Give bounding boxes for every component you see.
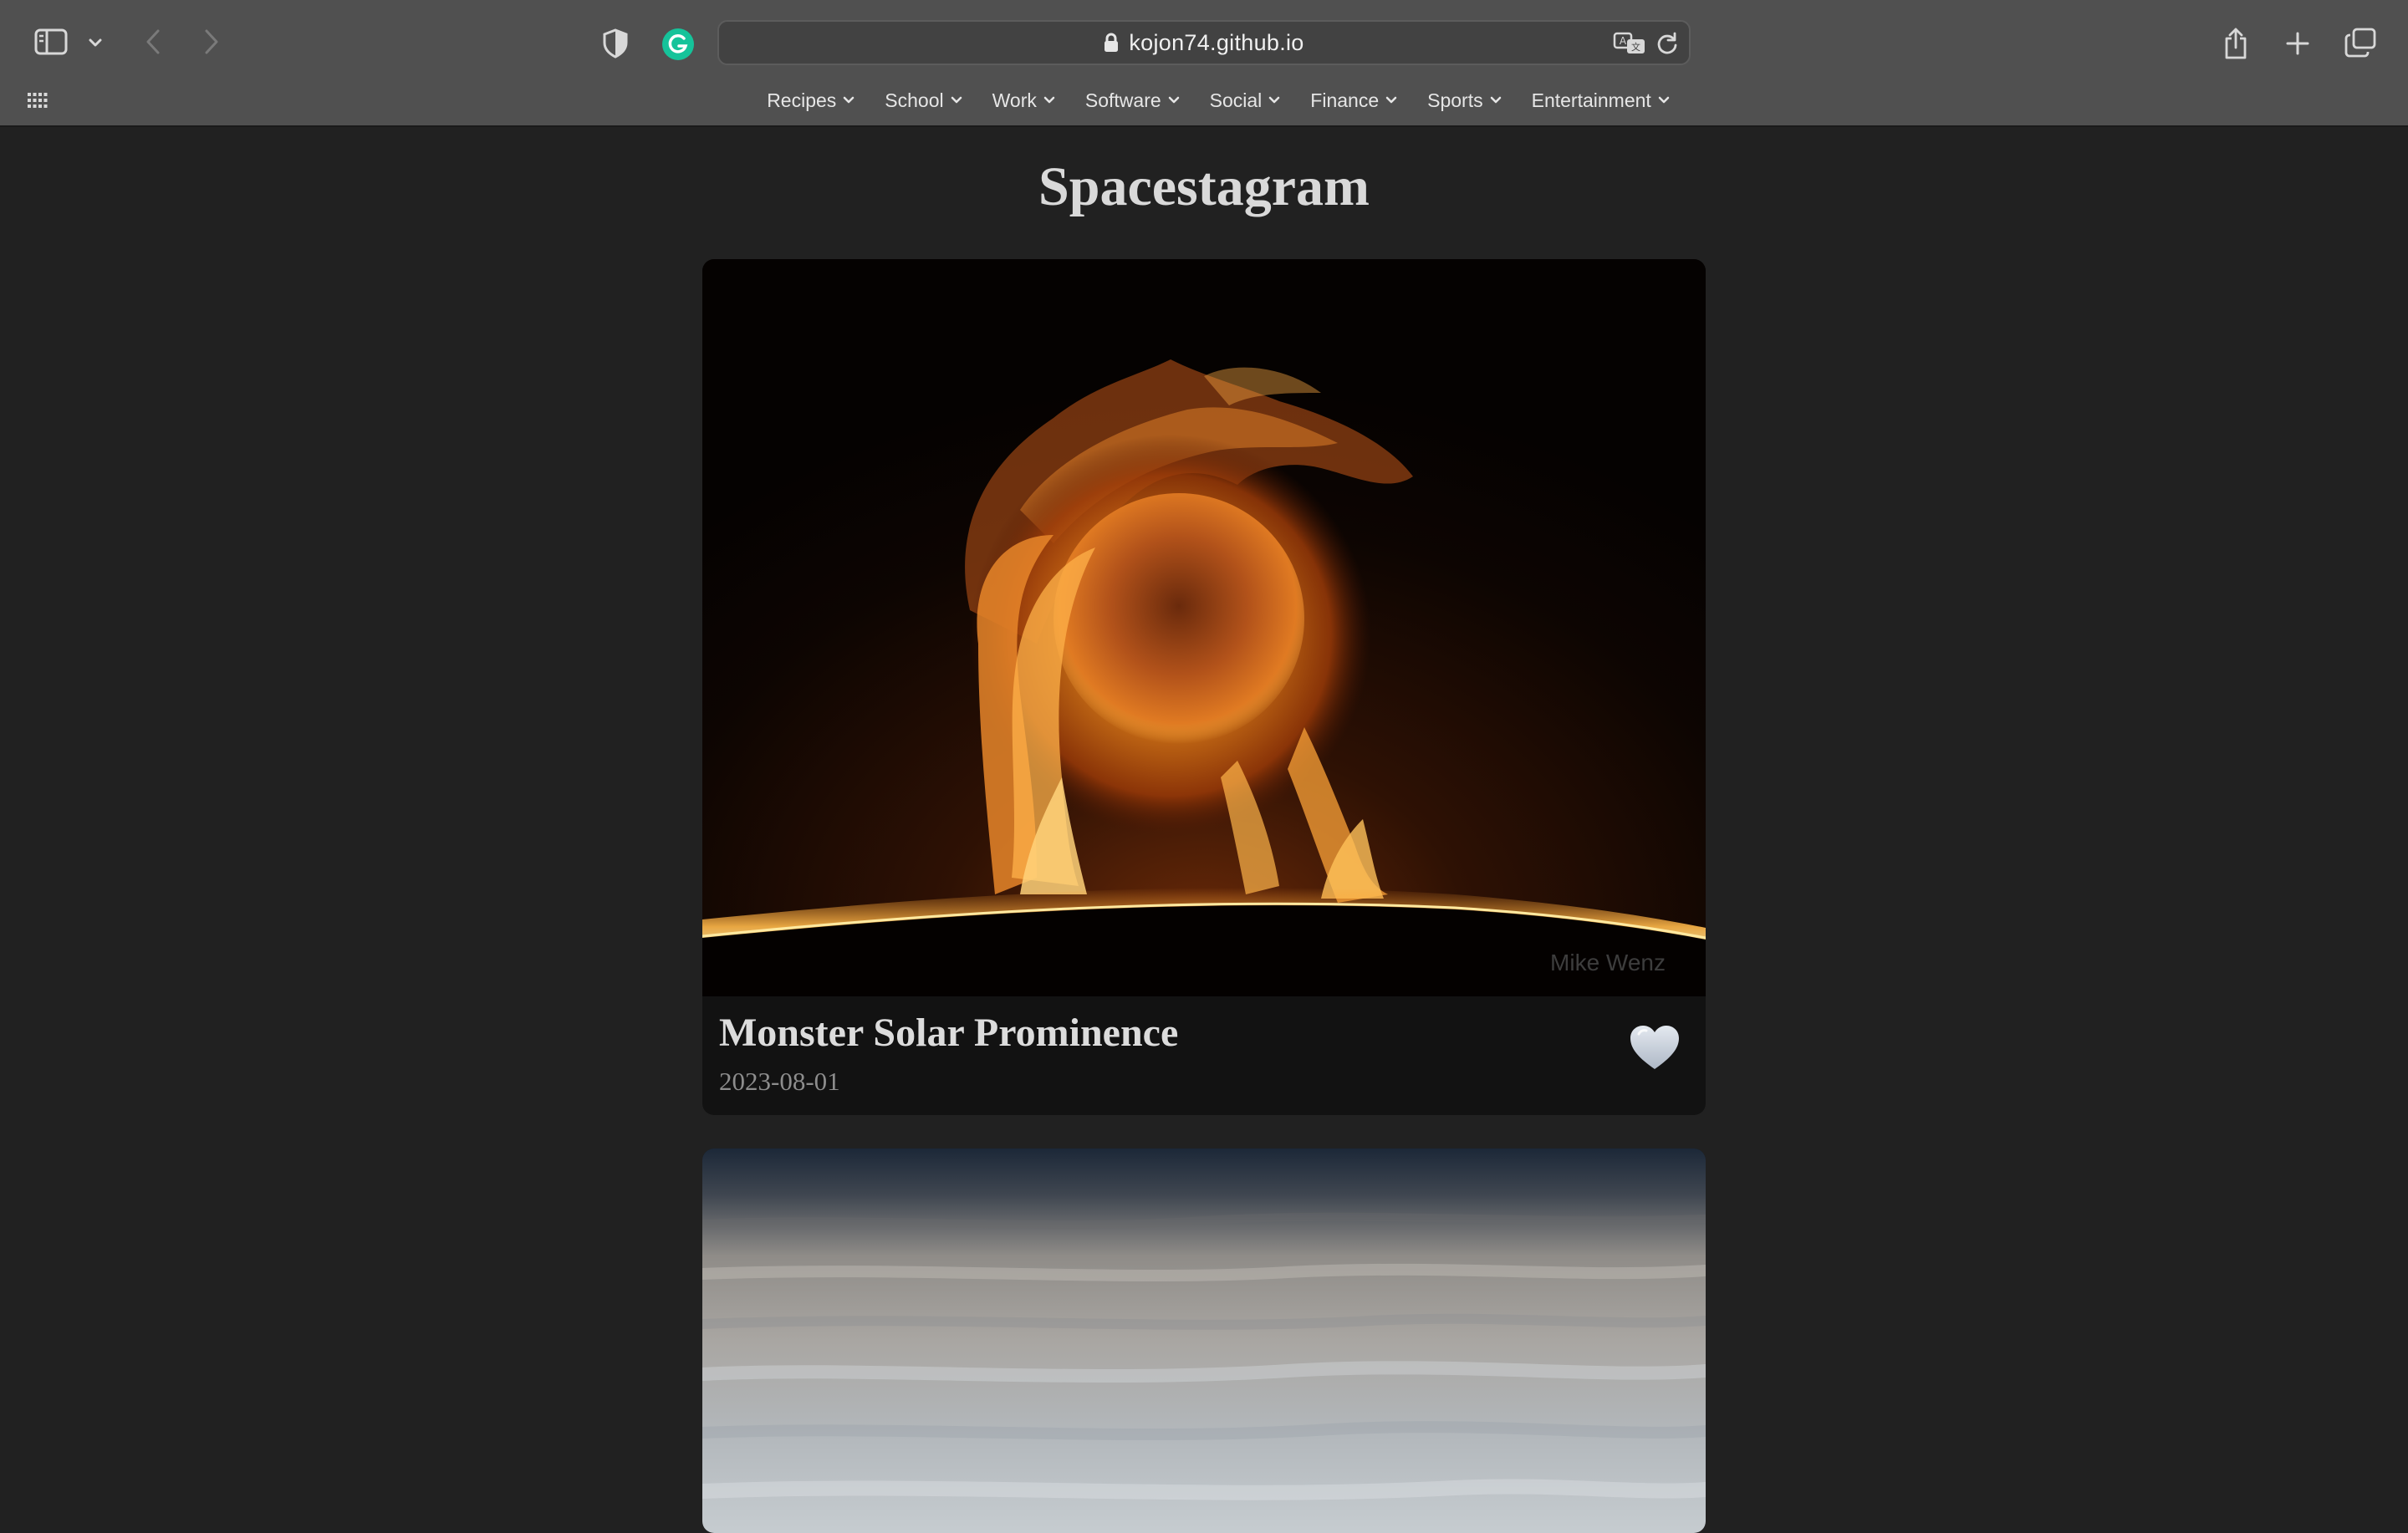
favorites-folder-label: Sports: [1427, 89, 1483, 111]
favorites-folder-entertainment[interactable]: Entertainment: [1517, 84, 1685, 117]
post-image: Mike Wenz: [702, 259, 1706, 996]
shield-icon: [603, 28, 628, 59]
favorites-folder-label: Entertainment: [1531, 89, 1651, 111]
favorites-folder-school[interactable]: School: [870, 84, 977, 117]
grammarly-extension-button[interactable]: [661, 27, 696, 62]
share-icon: [2225, 28, 2247, 59]
post-card: Mike Wenz Monster Solar Prominence 2023-…: [702, 259, 1706, 1115]
favorites-folder-label: Software: [1084, 89, 1161, 111]
favorites-folder-label: Finance: [1310, 89, 1380, 111]
tab-overview-icon: [2344, 28, 2376, 58]
chevron-left-icon: [146, 29, 160, 54]
chevron-down-icon: [1385, 96, 1397, 104]
page-title: Spacestagram: [1038, 156, 1370, 217]
like-button[interactable]: [1627, 1021, 1682, 1073]
forward-button[interactable]: [197, 25, 226, 59]
chevron-down-icon: [1268, 96, 1280, 104]
sidebar-toggle-button[interactable]: [32, 25, 70, 59]
favorites-folder-label: Social: [1209, 89, 1263, 111]
reload-icon: [1657, 32, 1677, 54]
new-tab-button[interactable]: [2281, 27, 2314, 60]
chevron-down-icon: [1168, 96, 1180, 104]
plus-icon: [2286, 32, 2309, 55]
translate-button[interactable]: A 文: [1612, 30, 1647, 57]
favorites-folder-software[interactable]: Software: [1070, 84, 1195, 117]
favorites-folder-label: School: [885, 89, 944, 111]
solar-prominence-image: [702, 259, 1706, 996]
chevron-down-icon: [1658, 96, 1670, 104]
favorites-folder-finance[interactable]: Finance: [1295, 84, 1412, 117]
tab-group-dropdown-button[interactable]: [84, 32, 107, 53]
cloudy-horizon-image: [702, 1148, 1706, 1533]
chevron-down-icon: [1490, 96, 1502, 104]
browser-toolbar: kojon74.github.io A 文 Recipes School Wor…: [0, 0, 2408, 127]
url-text: kojon74.github.io: [1129, 29, 1304, 55]
favorites-folder-recipes[interactable]: Recipes: [752, 84, 870, 117]
privacy-shield-button[interactable]: [599, 25, 632, 62]
address-bar[interactable]: kojon74.github.io A 文: [717, 20, 1691, 65]
sidebar-icon: [34, 28, 68, 55]
svg-text:A: A: [1620, 35, 1627, 47]
post-image: [702, 1148, 1706, 1533]
chevron-down-icon: [951, 96, 962, 104]
post-title: Monster Solar Prominence: [719, 1011, 1179, 1055]
tab-overview-button[interactable]: [2343, 25, 2378, 60]
favorites-folder-label: Recipes: [767, 89, 837, 111]
favorites-bar: Recipes School Work Software Social Fina…: [0, 84, 2408, 117]
post-date: 2023-08-01: [719, 1067, 840, 1096]
heart-icon: [1630, 1026, 1679, 1069]
favorites-folder-sports[interactable]: Sports: [1412, 84, 1516, 117]
favorites-folder-social[interactable]: Social: [1195, 84, 1296, 117]
back-button[interactable]: [139, 25, 167, 59]
chevron-down-icon: [1043, 96, 1055, 104]
image-credit-watermark: Mike Wenz: [1550, 950, 1666, 975]
share-button[interactable]: [2219, 25, 2252, 62]
svg-text:文: 文: [1631, 41, 1640, 53]
favorites-folder-work[interactable]: Work: [977, 84, 1070, 117]
translate-icon: A 文: [1613, 32, 1645, 53]
chevron-right-icon: [205, 29, 218, 54]
reload-button[interactable]: [1654, 30, 1681, 57]
grammarly-icon: [662, 28, 694, 60]
chevron-down-icon: [843, 96, 855, 104]
chevron-down-icon: [89, 38, 102, 47]
lock-icon: [1104, 33, 1119, 53]
favorites-folder-label: Work: [992, 89, 1037, 111]
post-card: [702, 1148, 1706, 1533]
